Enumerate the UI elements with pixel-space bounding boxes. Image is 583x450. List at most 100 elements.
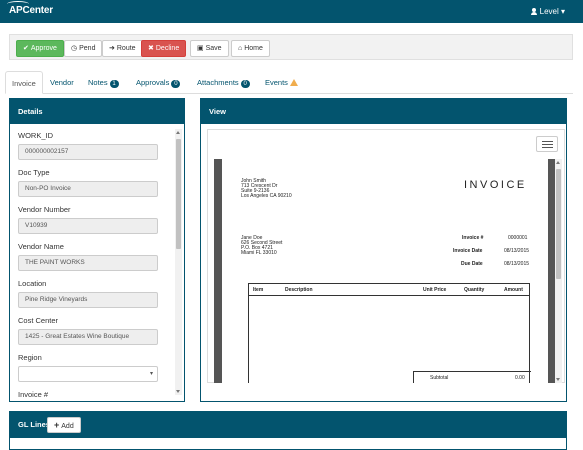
line-items-header: Item Description Unit Price Quantity Amo…: [249, 284, 529, 296]
details-panel: Details WORK_ID 000000002157 Doc Type No…: [9, 98, 185, 402]
clock-icon: ◷: [71, 45, 78, 52]
details-form: WORK_ID 000000002157 Doc Type Non-PO Inv…: [10, 124, 172, 401]
user-menu[interactable]: Level ▾: [530, 7, 565, 16]
check-icon: ✔: [23, 45, 29, 52]
scroll-down-icon[interactable]: [176, 390, 180, 393]
pend-button[interactable]: ◷ Pend: [64, 40, 103, 57]
route-label: Route: [116, 45, 136, 52]
col-unit-price: Unit Price: [423, 287, 447, 293]
gl-lines-title: GL Lines: [18, 420, 50, 429]
user-icon: [530, 8, 537, 15]
viewer-scrollbar[interactable]: [555, 159, 562, 383]
home-button[interactable]: ⌂ Home: [231, 40, 270, 57]
notes-count-badge: 1: [109, 80, 119, 88]
caret-down-icon: ▾: [560, 7, 565, 16]
top-navbar: APCenter Level ▾: [0, 0, 583, 23]
decline-button[interactable]: ✖ Decline: [141, 40, 187, 57]
region-select[interactable]: ▾: [18, 366, 158, 382]
approve-button[interactable]: ✔ Approve: [16, 40, 64, 57]
route-button[interactable]: ➜ Route: [102, 40, 143, 57]
tab-events[interactable]: Events: [259, 71, 304, 94]
hamburger-line: [542, 147, 553, 148]
col-quantity: Quantity: [464, 287, 485, 293]
attachments-count-badge: 0: [240, 80, 250, 88]
hamburger-line: [542, 144, 553, 145]
tab-vendor-label: Vendor: [50, 78, 74, 87]
warning-icon: [289, 79, 298, 86]
tab-bar: Invoice Vendor Notes 1 Approvals 0 Attachm…: [5, 71, 573, 94]
save-button[interactable]: ▣ Save: [190, 40, 229, 57]
approve-label: Approve: [30, 45, 57, 52]
hamburger-line: [542, 141, 553, 142]
add-gl-line-button[interactable]: + Add: [47, 417, 81, 433]
work-id-field[interactable]: 000000002157: [18, 144, 158, 160]
details-panel-title: Details: [10, 99, 184, 124]
col-description: Description: [285, 287, 313, 293]
region-label: Region: [18, 353, 42, 362]
save-label: Save: [205, 45, 222, 52]
recipient-line: Miami FL 33010: [241, 250, 277, 256]
invoice-heading: INVOICE: [464, 179, 527, 191]
brand-logo[interactable]: APCenter: [7, 1, 53, 16]
tab-invoice-label: Invoice: [12, 79, 36, 88]
gl-lines-panel: GL Lines + Add: [9, 411, 567, 450]
invoice-date-label: Invoice Date: [453, 248, 483, 254]
vendor-number-label: Vendor Number: [18, 205, 71, 214]
arrow-right-icon: ➜: [109, 45, 115, 52]
approvals-count-badge: 0: [171, 80, 181, 88]
subtotal-row: Subtotal 0.00: [413, 371, 531, 383]
location-field[interactable]: Pine Ridge Vineyards: [18, 292, 158, 308]
scrollbar-thumb[interactable]: [176, 139, 181, 249]
action-toolbar: ✔ Approve ◷ Pend ➜ Route ✖ Decline ▣ Save ⌂ Ho…: [9, 34, 573, 60]
gl-lines-header: GL Lines + Add: [10, 412, 566, 438]
invoice-number-label: Invoice #: [18, 390, 49, 399]
floppy-icon: ▣: [197, 45, 204, 52]
line-items-table: Item Description Unit Price Quantity Amo…: [248, 283, 531, 383]
logo-swoosh-icon: [7, 1, 29, 7]
viewer-menu-button[interactable]: [536, 136, 558, 152]
add-label: Add: [61, 423, 74, 430]
doc-type-label: Doc Type: [18, 168, 50, 177]
tab-events-label: Events: [265, 78, 288, 87]
home-label: Home: [244, 45, 263, 52]
tab-attachments[interactable]: Attachments 0: [191, 71, 256, 94]
sender-line: Los Angeles CA 90210: [241, 193, 292, 199]
tab-notes-label: Notes: [88, 78, 108, 87]
subtotal-label: Subtotal: [430, 375, 449, 381]
tab-attachments-label: Attachments: [197, 78, 239, 87]
invoice-number-label: Invoice #: [462, 235, 484, 241]
pdf-canvas: John Smith 713 Crescent Dr Suite 9-2136 …: [214, 159, 556, 383]
details-scrollbar[interactable]: [175, 129, 182, 395]
vendor-number-field[interactable]: V10939: [18, 218, 158, 234]
plus-icon: +: [54, 420, 60, 430]
due-date-value: 08/13/2015: [504, 261, 530, 267]
cost-center-field[interactable]: 1425 - Great Estates Wine Boutique: [18, 329, 158, 345]
work-id-label: WORK_ID: [18, 131, 54, 140]
tab-approvals[interactable]: Approvals 0: [130, 71, 186, 94]
scroll-up-icon[interactable]: [176, 131, 180, 134]
tab-vendor[interactable]: Vendor: [44, 71, 80, 94]
x-icon: ✖: [148, 45, 154, 52]
col-amount: Amount: [504, 287, 523, 293]
scrollbar-thumb[interactable]: [556, 169, 561, 279]
scroll-down-icon[interactable]: [556, 378, 560, 381]
cost-center-label: Cost Center: [18, 316, 59, 325]
vendor-name-field[interactable]: THE PAINT WORKS: [18, 255, 158, 271]
subtotal-value: 0.00: [515, 375, 525, 381]
location-label: Location: [18, 279, 47, 288]
invoice-page: John Smith 713 Crescent Dr Suite 9-2136 …: [222, 159, 548, 383]
view-panel-title: View: [201, 99, 566, 124]
vendor-name-label: Vendor Name: [18, 242, 64, 251]
decline-label: Decline: [155, 45, 180, 52]
doc-type-field[interactable]: Non-PO Invoice: [18, 181, 158, 197]
due-date-label: Due Date: [461, 261, 483, 267]
select-caret-icon: ▾: [149, 371, 153, 377]
tab-invoice[interactable]: Invoice: [5, 71, 43, 94]
tab-notes[interactable]: Notes 1: [82, 71, 125, 94]
document-viewer: John Smith 713 Crescent Dr Suite 9-2136 …: [207, 129, 565, 383]
col-item: Item: [253, 287, 264, 293]
scroll-up-icon[interactable]: [556, 161, 560, 164]
tab-approvals-label: Approvals: [136, 78, 170, 87]
view-panel: View John Smith 713 Crescent Dr Suite 9-…: [200, 98, 567, 402]
pend-label: Pend: [79, 45, 96, 52]
